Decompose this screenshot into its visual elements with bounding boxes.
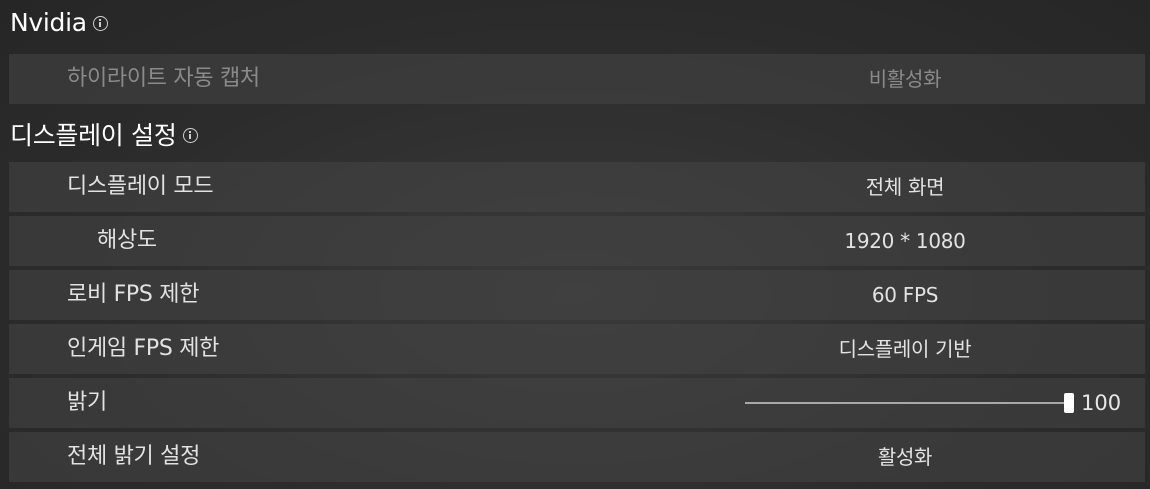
setting-row-ingame-fps[interactable]: 인게임 FPS 제한 디스플레이 기반 (9, 324, 1145, 374)
setting-value-lobby-fps[interactable]: 60 FPS (755, 270, 1055, 320)
setting-row-highlight-capture[interactable]: 하이라이트 자동 캡처 비활성화 (9, 54, 1145, 104)
setting-row-resolution[interactable]: 해상도 1920 * 1080 (9, 216, 1145, 266)
setting-row-lobby-fps[interactable]: 로비 FPS 제한 60 FPS (9, 270, 1145, 320)
section-title-nvidia: Nvidia (10, 8, 87, 37)
brightness-value: 100 (1081, 391, 1122, 415)
section-title-display: 디스플레이 설정 (10, 121, 177, 150)
setting-value-global-brightness[interactable]: 활성화 (755, 432, 1055, 482)
setting-label-ingame-fps: 인게임 FPS 제한 (67, 336, 220, 361)
section-header-display: 디스플레이 설정 (10, 116, 198, 152)
setting-value-ingame-fps[interactable]: 디스플레이 기반 (755, 324, 1055, 374)
setting-value-display-mode[interactable]: 전체 화면 (755, 162, 1055, 212)
setting-label-resolution: 해상도 (97, 228, 157, 253)
info-icon[interactable] (92, 16, 108, 31)
setting-row-global-brightness[interactable]: 전체 밝기 설정 활성화 (9, 432, 1145, 482)
setting-label-display-mode: 디스플레이 모드 (67, 174, 214, 199)
brightness-slider-handle[interactable] (1064, 393, 1074, 413)
setting-value-resolution[interactable]: 1920 * 1080 (755, 216, 1055, 266)
brightness-slider-track[interactable] (745, 402, 1069, 404)
brightness-slider-fill (745, 402, 1069, 404)
setting-row-brightness[interactable]: 밝기 100 (9, 378, 1145, 428)
setting-label-lobby-fps: 로비 FPS 제한 (67, 282, 200, 307)
setting-label-highlight-capture: 하이라이트 자동 캡처 (67, 66, 260, 91)
setting-label-brightness: 밝기 (67, 390, 107, 415)
info-icon[interactable] (182, 127, 198, 143)
setting-row-display-mode[interactable]: 디스플레이 모드 전체 화면 (9, 162, 1145, 212)
setting-label-global-brightness: 전체 밝기 설정 (67, 444, 201, 469)
section-header-nvidia: Nvidia (10, 8, 108, 37)
setting-value-highlight-capture[interactable]: 비활성화 (755, 54, 1055, 104)
